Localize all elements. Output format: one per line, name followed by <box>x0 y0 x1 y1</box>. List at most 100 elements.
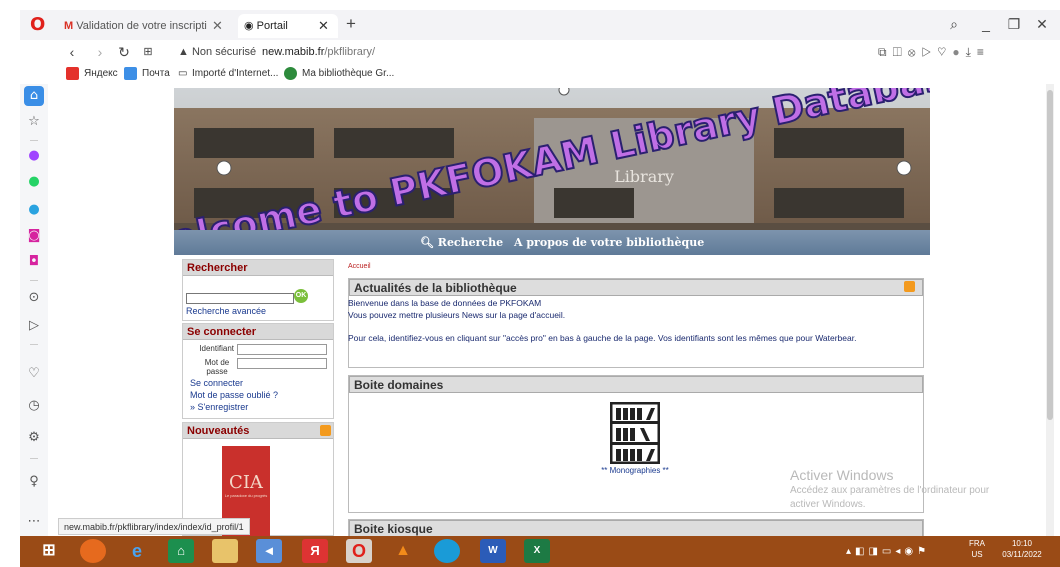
breadcrumb[interactable]: Accueil <box>348 263 371 270</box>
id-input[interactable] <box>237 344 327 355</box>
instagram-icon[interactable]: ◙ <box>24 226 44 246</box>
password-input[interactable] <box>237 358 327 369</box>
goodreads-icon <box>284 67 297 80</box>
url-domain: new.mabib.fr <box>262 46 325 58</box>
bulb-icon[interactable]: ♀ <box>24 472 44 492</box>
library-sign: Library <box>614 167 674 186</box>
login-link[interactable]: Se connecter <box>190 378 243 388</box>
news-panel-title: Actualités de la bibliothèque <box>349 279 923 296</box>
toolbar-icons[interactable]: ⧉◫⊗▷♡●⤓≡ <box>878 42 1048 62</box>
advanced-search-link[interactable]: Recherche avancée <box>186 306 266 316</box>
more-icon[interactable]: ⋯ <box>24 512 44 532</box>
instagram-app-icon[interactable]: ◘ <box>24 252 44 272</box>
bookmarks-bar <box>20 64 1060 84</box>
language-indicator[interactable]: FRA US <box>966 538 988 560</box>
flow-icon[interactable]: ▷ <box>24 316 44 336</box>
heart-icon[interactable]: ♡ <box>24 364 44 384</box>
telegram-icon[interactable]: ● <box>24 200 44 220</box>
word-icon[interactable]: W <box>480 539 506 563</box>
bookmark-pochta[interactable]: Почта <box>142 66 170 82</box>
edge-icon[interactable] <box>434 539 460 563</box>
bookmark-yandex[interactable]: Яндекс <box>84 66 118 82</box>
excel-icon[interactable]: X <box>524 539 550 563</box>
bookmark-ma-bibliotheque[interactable]: Ma bibliothèque Gr... <box>302 66 394 82</box>
search-ok-button[interactable]: OK <box>294 289 308 303</box>
divider <box>30 140 38 141</box>
tab-close-icon[interactable]: ✕ <box>212 14 226 38</box>
mail-icon <box>124 67 137 80</box>
main-nav: 🔍︎ Recherche A propos de votre bibliothè… <box>174 230 930 255</box>
restore-icon[interactable]: ❐ <box>1006 14 1022 34</box>
firefox-icon[interactable] <box>80 539 106 563</box>
news-panel: Actualités de la bibliothèque <box>348 278 924 368</box>
new-tab-button[interactable]: + <box>346 12 360 36</box>
monographies-link[interactable]: ** Monographies ** <box>590 466 680 475</box>
news-box-title: Nouveautés <box>183 423 333 439</box>
close-icon[interactable]: ✕ <box>1034 14 1050 34</box>
url-field[interactable]: new.mabib.fr/pkflibrary/ <box>262 43 375 61</box>
activate-windows-line3: activer Windows. <box>790 499 866 510</box>
scrollbar-thumb[interactable] <box>1047 90 1053 420</box>
bookmark-imported[interactable]: Importé d'Internet... <box>192 66 278 82</box>
player-icon[interactable]: ⊙ <box>24 288 44 308</box>
forward-icon[interactable]: › <box>92 42 108 62</box>
warning-icon: ▲ <box>178 46 192 58</box>
system-tray-icons[interactable]: ▴◧◨▭◂◉⚑ <box>846 544 930 560</box>
vlc-icon[interactable]: ▲ <box>390 539 416 563</box>
security-warning[interactable]: ▲ Non sécurisé <box>178 43 256 61</box>
nav-search[interactable]: 🔍︎ Recherche <box>420 230 503 255</box>
settings-icon[interactable]: ⚙ <box>24 428 44 448</box>
folder-icon: ▭ <box>178 68 188 79</box>
nav-search-label: Recherche <box>437 236 504 249</box>
rss-icon[interactable] <box>904 281 915 292</box>
status-url: new.mabib.fr/pkflibrary/index/index/id_p… <box>58 518 250 535</box>
book-title: CIA <box>229 472 263 493</box>
clock-date: 03/11/2022 <box>1002 550 1042 559</box>
bookshelf-icon[interactable] <box>609 401 661 465</box>
banner-image: Library Welcome to PKFOKAM Library Datab… <box>174 88 930 230</box>
divider <box>30 458 38 459</box>
media-player-icon[interactable]: ◄ <box>256 539 282 563</box>
forgot-password-link[interactable]: Mot de passe oublié ? <box>190 390 278 400</box>
reload-icon[interactable]: ↻ <box>116 42 132 62</box>
globe-icon: ◉ <box>244 20 257 32</box>
id-label: Identifiant <box>199 344 234 353</box>
news-line-1: Bienvenue dans la base de données de PKF… <box>348 298 542 308</box>
clock[interactable]: 10:10 03/11/2022 <box>992 538 1052 560</box>
nav-about[interactable]: A propos de votre bibliothèque <box>514 230 704 255</box>
register-link[interactable]: » S'enregistrer <box>190 402 248 412</box>
opera-logo-icon[interactable]: O <box>30 15 48 35</box>
security-label: Non sécurisé <box>191 46 257 58</box>
yandex-icon <box>66 67 79 80</box>
file-explorer-icon[interactable] <box>212 539 238 563</box>
whatsapp-icon[interactable]: ● <box>24 172 44 192</box>
banner: Library Welcome to PKFOKAM Library Datab… <box>174 88 930 230</box>
tab-label: Validation de votre inscripti <box>76 20 207 32</box>
back-icon[interactable]: ‹ <box>64 42 80 62</box>
rss-icon[interactable] <box>320 425 331 436</box>
news-line-3: Pour cela, identifiez-vous en cliquant s… <box>348 333 857 343</box>
tab-validation[interactable]: M Validation de votre inscripti <box>58 14 238 38</box>
history-icon[interactable]: ◷ <box>24 396 44 416</box>
domains-panel-title: Boite domaines <box>349 376 923 393</box>
minimize-icon[interactable]: _ <box>978 14 994 34</box>
activate-windows-line2: Accédez aux paramètres de l'ordinateur p… <box>790 485 990 496</box>
password-label: Mot de passe <box>204 358 230 376</box>
windows-start-icon[interactable]: ⊞ <box>36 539 62 563</box>
kiosk-panel: Boite kiosque <box>348 519 924 537</box>
tab-label: Portail <box>256 20 288 32</box>
star-icon[interactable]: ☆ <box>24 112 44 132</box>
yandex-browser-icon[interactable]: Я <box>302 539 328 563</box>
home-icon[interactable]: ⌂ <box>24 86 44 106</box>
ie-icon[interactable]: e <box>124 539 150 563</box>
store-icon[interactable]: ⌂ <box>168 539 194 563</box>
speed-dial-icon[interactable]: ⊞ <box>140 42 156 62</box>
gmail-icon: M <box>64 20 77 32</box>
url-path: /pkflibrary/ <box>324 46 376 58</box>
tab-close-icon[interactable]: ✕ <box>318 14 332 38</box>
search-input[interactable] <box>186 293 294 304</box>
opera-taskbar-icon[interactable]: O <box>346 539 372 563</box>
language-code: FRA <box>969 539 985 548</box>
search-icon[interactable]: ⌕ <box>946 14 962 34</box>
messenger-icon[interactable]: ● <box>24 146 44 166</box>
